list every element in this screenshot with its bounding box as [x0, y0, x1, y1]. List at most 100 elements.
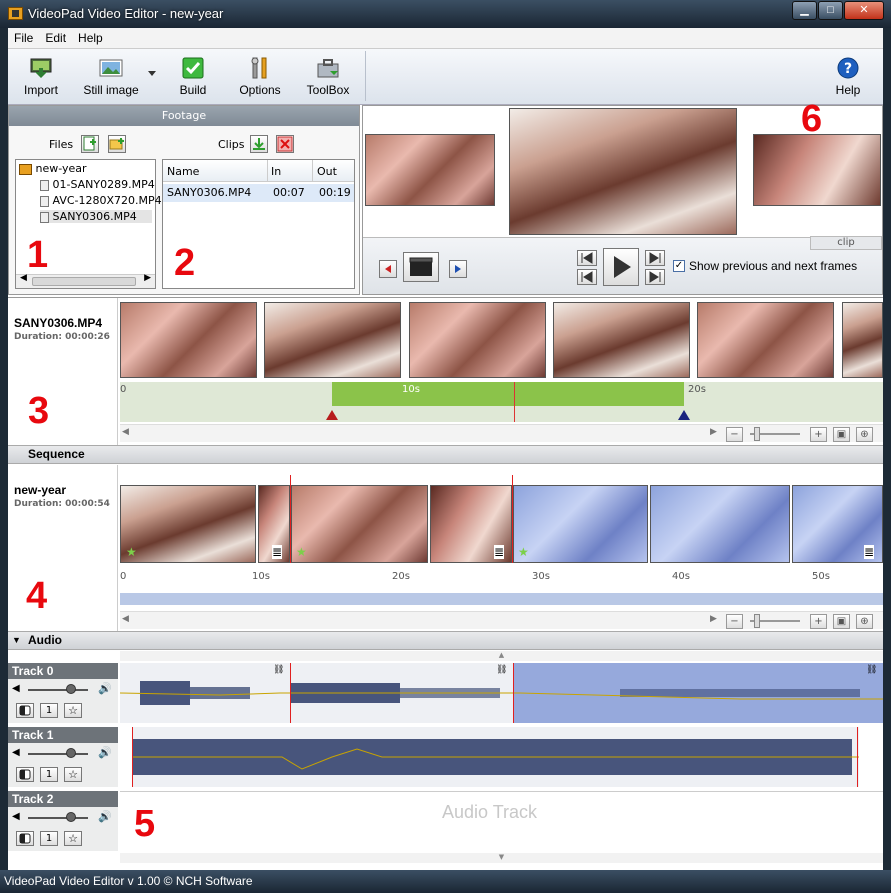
star-icon[interactable]: ★ — [518, 545, 529, 559]
scroll-down-icon[interactable]: ▼ — [120, 853, 883, 863]
zoom-all-button[interactable]: ⊕ — [856, 614, 873, 629]
column-in[interactable]: In — [271, 165, 281, 178]
sequence-clip-selected[interactable] — [513, 485, 648, 563]
sequence-clip[interactable] — [120, 485, 256, 563]
volume-slider[interactable] — [28, 817, 88, 819]
step-back-button[interactable] — [577, 250, 597, 266]
tree-file-item[interactable]: AVC-1280X720.MP4 — [40, 194, 162, 207]
solo-button[interactable]: 1 — [40, 767, 58, 782]
previous-clip-button[interactable] — [379, 260, 397, 278]
import-button[interactable]: Import — [16, 49, 66, 105]
still-image-dropdown-icon[interactable] — [148, 71, 156, 77]
link-icon[interactable]: ⛓ — [496, 665, 507, 675]
solo-button[interactable]: 1 — [40, 703, 58, 718]
menu-icon[interactable]: ≣ — [494, 545, 505, 559]
track-2-empty[interactable]: Audio Track — [120, 791, 883, 851]
link-icon[interactable]: ⛓ — [866, 665, 877, 675]
mute-button[interactable] — [16, 767, 34, 782]
close-button[interactable]: ✕ — [844, 1, 884, 20]
show-frames-checkbox[interactable]: ✓ — [673, 260, 685, 272]
maximize-button[interactable]: □ — [818, 1, 843, 20]
scroll-up-icon[interactable]: ▲ — [120, 651, 883, 661]
table-row[interactable]: SANY0306.MP4 00:07 00:19 — [163, 184, 354, 202]
effects-star-icon[interactable]: ☆ — [64, 703, 82, 718]
volume-thumb[interactable] — [66, 684, 76, 694]
zoom-all-button[interactable]: ⊕ — [856, 427, 873, 442]
in-marker-icon[interactable] — [326, 410, 338, 420]
next-clip-button[interactable] — [449, 260, 467, 278]
zoom-slider-thumb[interactable] — [754, 614, 760, 628]
tree-root[interactable]: new-year — [19, 162, 87, 175]
sequence-clip-selected[interactable] — [650, 485, 790, 563]
tab-clip[interactable]: clip — [810, 236, 882, 250]
zoom-out-button[interactable]: − — [726, 614, 743, 629]
scroll-right-icon[interactable]: ▶ — [710, 614, 717, 624]
tree-file-item[interactable]: 01-SANY0289.MP4 — [40, 178, 155, 191]
volume-thumb[interactable] — [66, 748, 76, 758]
out-marker-icon[interactable] — [678, 410, 690, 420]
tree-file-item-selected[interactable]: SANY0306.MP4 — [40, 210, 152, 223]
menu-icon[interactable]: ≣ — [272, 545, 283, 559]
zoom-fit-button[interactable]: ▣ — [833, 427, 850, 442]
star-icon[interactable]: ★ — [296, 545, 307, 559]
remove-clip-button[interactable] — [276, 135, 294, 153]
help-button[interactable]: ? Help — [826, 49, 870, 105]
mute-button[interactable] — [16, 831, 34, 846]
sequence-header[interactable]: Sequence — [8, 445, 883, 464]
play-button[interactable] — [603, 248, 639, 286]
effects-star-icon[interactable]: ☆ — [64, 767, 82, 782]
playhead[interactable] — [514, 382, 515, 422]
minimize-button[interactable]: ▁ — [792, 1, 817, 20]
sequence-clip[interactable] — [291, 485, 428, 563]
effects-star-icon[interactable]: ☆ — [64, 831, 82, 846]
menu-edit[interactable]: Edit — [39, 28, 72, 45]
clip-duration: Duration: 00:00:26 — [14, 332, 110, 342]
add-clip-button[interactable] — [250, 135, 268, 153]
options-button[interactable]: Options — [236, 49, 284, 105]
collapse-icon[interactable]: ▼ — [12, 632, 21, 649]
volume-slider[interactable] — [28, 689, 88, 691]
mute-button[interactable] — [16, 703, 34, 718]
zoom-out-button[interactable]: − — [726, 427, 743, 442]
track-0-waveform[interactable]: ⛓ ⛓ ⛓ — [120, 663, 883, 723]
go-start-button[interactable] — [577, 269, 597, 285]
step-forward-button[interactable] — [645, 250, 665, 266]
menu-icon[interactable]: ≣ — [864, 545, 875, 559]
add-file-button[interactable] — [81, 135, 99, 153]
toolbox-button[interactable]: ToolBox — [303, 49, 353, 105]
add-folder-button[interactable] — [108, 135, 126, 153]
clip-mode-button[interactable] — [403, 252, 439, 282]
solo-button[interactable]: 1 — [40, 831, 58, 846]
go-end-button[interactable] — [645, 269, 665, 285]
audio-header[interactable]: ▼ Audio — [8, 631, 883, 650]
clip-thumbnail — [264, 302, 401, 378]
selection-range[interactable] — [332, 382, 684, 406]
scroll-left-icon[interactable]: ◀ — [122, 614, 129, 624]
build-button[interactable]: Build — [168, 49, 218, 105]
current-frame[interactable] — [509, 108, 737, 235]
zoom-in-button[interactable]: + — [810, 427, 827, 442]
menu-help[interactable]: Help — [72, 28, 109, 45]
scroll-left-icon[interactable]: ◀ — [20, 273, 27, 283]
track-1-waveform[interactable] — [132, 727, 859, 787]
volume-thumb[interactable] — [66, 812, 76, 822]
sequence-ruler[interactable]: 0 10s 20s 30s 40s 50s — [120, 569, 883, 609]
link-icon[interactable]: ⛓ — [273, 665, 284, 675]
zoom-slider-thumb[interactable] — [754, 427, 760, 441]
scroll-left-icon[interactable]: ◀ — [122, 427, 129, 437]
column-out[interactable]: Out — [317, 165, 337, 178]
track-1-controls: ◀ 🔊 1 ☆ — [8, 743, 118, 787]
skip-end-icon — [649, 271, 661, 283]
zoom-fit-button[interactable]: ▣ — [833, 614, 850, 629]
scroll-right-icon[interactable]: ▶ — [144, 273, 151, 283]
scroll-right-icon[interactable]: ▶ — [710, 427, 717, 437]
star-icon[interactable]: ★ — [126, 545, 137, 559]
scroll-thumb[interactable] — [32, 277, 136, 286]
still-image-button[interactable]: Still image — [76, 49, 146, 105]
column-name[interactable]: Name — [167, 165, 199, 178]
audio-panel: ▲ Track 0 ◀ 🔊 1 ☆ ⛓ ⛓ ⛓ Track 1 ◀ 🔊 1 ☆ … — [8, 651, 883, 851]
volume-slider[interactable] — [28, 753, 88, 755]
clip-ruler[interactable]: 0 10s 20s — [120, 382, 883, 422]
zoom-in-button[interactable]: + — [810, 614, 827, 629]
menu-file[interactable]: File — [8, 28, 39, 45]
